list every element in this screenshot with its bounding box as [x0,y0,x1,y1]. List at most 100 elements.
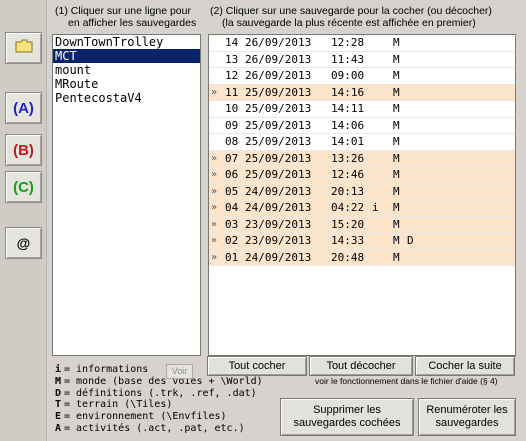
renumber-button[interactable]: Renuméroter les sauvegardes [418,398,516,436]
save-row[interactable]: 13 26/09/2013 11:43 M [209,52,515,68]
save-time: 14:06 [331,118,365,132]
save-row[interactable]: » 05 24/09/2013 20:13 M [209,183,515,200]
save-row[interactable]: 10 25/09/2013 14:11 M [209,101,515,118]
delete-checked-button[interactable]: Supprimer les sauvegardes cochées [280,398,414,436]
monde-flag: M [393,135,400,148]
save-number: 03 [225,217,239,231]
legend-line: D = définitions (.trk, .ref, .dat) [55,387,257,399]
delete-label-line2: sauvegardes cochées [293,417,401,429]
delete-label-line1: Supprimer les [313,404,381,416]
monde-flag: M [393,201,400,214]
monde-flag: M [393,151,400,165]
a-button-label: (A) [13,99,34,117]
save-date: 25/09/2013 [245,85,312,99]
legend-line: E = environnement (\Envfiles) [55,411,227,423]
legend-line: A = activités (.act, .pat, etc.) [55,422,245,434]
renumber-label-line1: Renuméroter les [426,404,508,416]
monde-flag: M [393,250,400,264]
save-number: 10 [225,102,239,115]
right-caption-line2: (la sauvegarde la plus récente est affic… [222,17,476,29]
save-number: 14 [225,36,239,49]
legend-line: M = monde (base des voies + \World) [55,375,263,387]
save-row[interactable]: » 06 25/09/2013 12:46 M [209,167,515,184]
route-list[interactable]: DownTownTrolley MCT mount MRoute Penteco… [52,34,201,356]
left-caption-line2: en afficher les sauvegardes [68,17,197,29]
renumber-label-line2: sauvegardes [435,417,499,429]
open-folder-button[interactable] [5,32,42,64]
monde-flag: M [393,118,400,132]
a-button[interactable]: (A) [5,92,42,124]
save-date: 26/09/2013 [245,52,312,66]
list-item[interactable]: DownTownTrolley [53,35,200,49]
c-button-label: (C) [13,178,34,196]
help-note: voir le fonctionnement dans le fichier d… [315,376,498,386]
monde-flag: M [393,69,400,82]
save-number: 11 [225,85,239,99]
save-number: 13 [225,52,239,66]
check-next-button[interactable]: Cocher la suite [415,356,515,376]
save-number: 07 [225,151,239,165]
save-date: 23/09/2013 [245,234,312,247]
c-button[interactable]: (C) [5,171,42,203]
at-icon: @ [16,235,31,251]
save-row[interactable]: 08 25/09/2013 14:01 M [209,134,515,151]
checked-marker: » [211,251,218,263]
checked-marker: » [211,185,218,197]
save-time: 14:33 [331,234,365,247]
checked-marker: » [211,86,218,98]
save-date: 25/09/2013 [245,102,312,115]
voir-button[interactable]: Voir [166,364,193,379]
save-time: 20:48 [331,250,365,264]
save-date: 25/09/2013 [245,118,312,132]
save-number: 12 [225,69,239,82]
save-number: 01 [225,250,239,264]
save-row[interactable]: » 03 23/09/2013 15:20 M [209,216,515,233]
save-row[interactable]: » 11 25/09/2013 14:16 M [209,84,515,101]
saves-list[interactable]: 14 26/09/2013 12:28 M 13 26/09/2013 11:43 M 12 26… [208,34,516,356]
list-item[interactable]: MRoute [53,77,200,91]
at-button[interactable]: @ [5,227,42,259]
save-time: 12:46 [331,168,365,181]
save-number: 09 [225,118,239,132]
save-date: 26/09/2013 [245,69,312,82]
checked-marker: » [211,169,218,180]
checked-marker: » [211,218,218,230]
save-time: 11:43 [331,52,365,66]
monde-flag: M [393,234,400,247]
save-time: 14:11 [331,102,365,115]
left-toolbar [0,0,47,441]
save-date: 25/09/2013 [245,168,312,181]
monde-flag: M [393,217,400,231]
uncheck-all-button[interactable]: Tout décocher [309,356,413,376]
save-time: 14:01 [331,135,365,148]
save-number: 04 [225,201,239,214]
checked-marker: » [211,152,218,164]
save-date: 25/09/2013 [245,151,312,165]
right-caption-line1: (2) Cliquer sur une sauvegarde pour la c… [210,5,492,17]
monde-flag: M [393,52,400,66]
save-row[interactable]: 14 26/09/2013 12:28 M [209,35,515,52]
folder-icon [15,39,33,57]
b-button[interactable]: (B) [5,134,42,166]
save-time: 12:28 [331,36,365,49]
list-item[interactable]: mount [53,63,200,77]
info-flag: i [372,201,379,214]
list-item-selected[interactable]: MCT [53,49,200,63]
save-row[interactable]: » 07 25/09/2013 13:26 M [209,150,515,167]
save-row[interactable]: » 04 24/09/2013 04:22 i M [209,200,515,217]
b-button-label: (B) [13,141,34,159]
save-row[interactable]: » 01 24/09/2013 20:48 M [209,249,515,266]
save-date: 23/09/2013 [245,217,312,231]
left-caption-line1: (1) Cliquer sur une ligne pour [55,5,191,17]
save-row[interactable]: 12 26/09/2013 09:00 M [209,68,515,85]
monde-flag: M [393,85,400,99]
save-number: 06 [225,168,239,181]
monde-flag: M [393,102,400,115]
check-all-button[interactable]: Tout cocher [207,356,307,376]
save-date: 24/09/2013 [245,201,312,214]
save-row[interactable]: 09 25/09/2013 14:06 M [209,118,515,134]
save-row[interactable]: » 02 23/09/2013 14:33 M D [209,233,515,250]
save-number: 02 [225,234,239,247]
list-item[interactable]: PentecostaV4 [53,91,200,105]
save-time: 13:26 [331,151,365,165]
